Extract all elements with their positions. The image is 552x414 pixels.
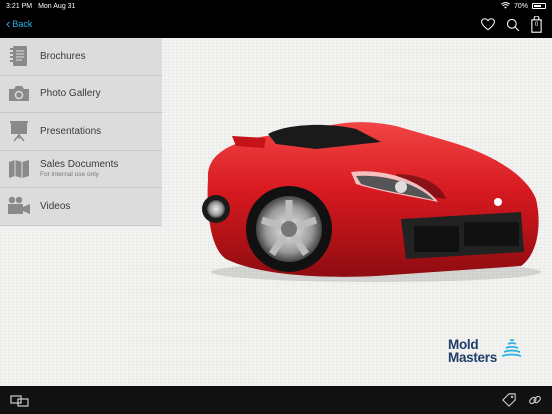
menu-item-sales-documents[interactable]: Sales Documents For internal use only <box>0 150 162 188</box>
video-camera-icon <box>6 193 32 219</box>
menu-item-photo-gallery[interactable]: Photo Gallery <box>0 75 162 113</box>
menu-item-presentations[interactable]: Presentations <box>0 113 162 151</box>
menu-item-brochures[interactable]: Brochures <box>0 38 162 76</box>
main-content: Brochures Photo Gallery Presentations Sa… <box>0 38 552 386</box>
brand-line-2: Masters <box>448 350 497 365</box>
back-label: Back <box>12 18 33 29</box>
red-sports-car-image <box>196 84 541 289</box>
link-icon[interactable] <box>528 393 542 412</box>
status-time: 3:21 PM <box>6 2 33 10</box>
cart-count: 0 <box>534 22 539 28</box>
menu-item-label: Sales Documents <box>40 159 119 171</box>
menu-item-videos[interactable]: Videos <box>0 188 162 226</box>
nav-bar: ‹ Back 0 <box>0 12 552 38</box>
battery-icon <box>532 3 546 9</box>
search-icon[interactable] <box>506 18 520 32</box>
status-bar: 3:21 PM Mon Aug 31 70% <box>0 0 552 12</box>
back-button[interactable]: ‹ Back <box>6 17 32 30</box>
presentation-icon <box>6 118 32 144</box>
menu-item-sublabel: For internal use only <box>40 171 99 179</box>
brand-logo: Mold Masters <box>448 338 497 365</box>
bottom-toolbar <box>0 386 552 414</box>
side-menu: Brochures Photo Gallery Presentations Sa… <box>0 38 162 226</box>
menu-item-label: Videos <box>40 200 71 212</box>
menu-item-label: Brochures <box>40 50 86 62</box>
cart-icon[interactable]: 0 <box>531 16 542 33</box>
map-icon <box>6 156 32 182</box>
status-date: Mon Aug 31 <box>38 2 76 10</box>
chevron-left-icon: ‹ <box>6 16 11 31</box>
menu-item-label: Presentations <box>40 125 102 137</box>
camera-icon <box>6 81 32 107</box>
wifi-icon <box>501 1 510 11</box>
screen-share-icon[interactable] <box>10 394 30 412</box>
brochure-icon <box>6 43 32 69</box>
menu-item-label: Photo Gallery <box>40 88 101 100</box>
battery-percent: 70% <box>513 2 528 10</box>
brand-mark-icon <box>500 336 522 363</box>
heart-icon[interactable] <box>481 18 495 31</box>
tag-icon[interactable] <box>502 393 516 412</box>
